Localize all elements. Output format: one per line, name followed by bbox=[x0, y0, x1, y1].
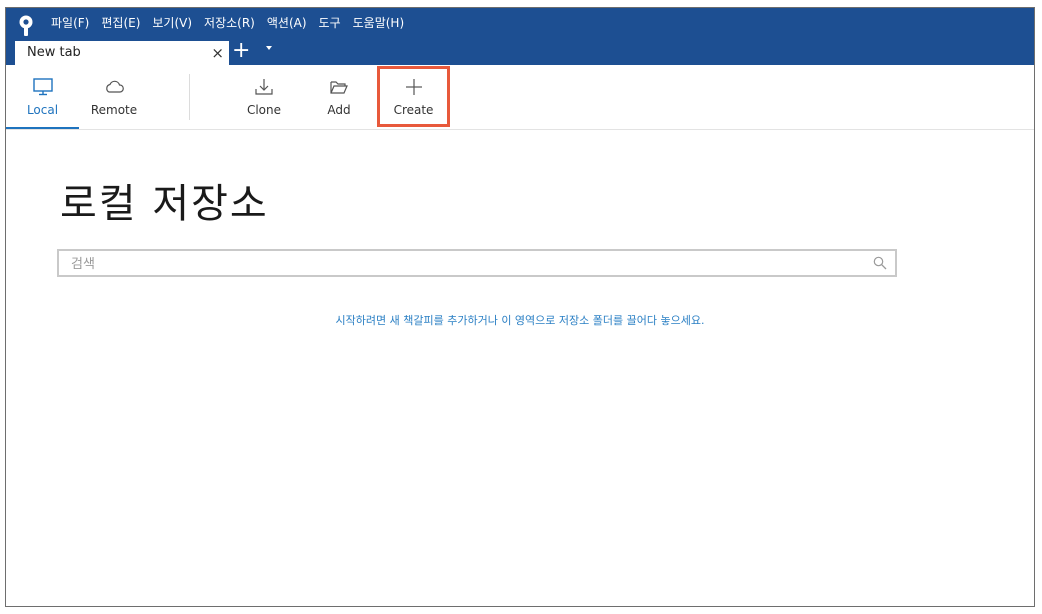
toolbar-divider bbox=[189, 74, 190, 120]
search-icon[interactable] bbox=[873, 256, 887, 270]
tab-title: New tab bbox=[27, 45, 81, 60]
menu-file[interactable]: 파일(F) bbox=[51, 14, 89, 32]
menu-help[interactable]: 도움말(H) bbox=[353, 14, 405, 32]
search-input[interactable] bbox=[69, 251, 863, 277]
add-tab-icon[interactable]: + bbox=[232, 39, 250, 63]
clone-button-label: Clone bbox=[246, 103, 282, 117]
menu-repository[interactable]: 저장소(R) bbox=[204, 14, 255, 32]
chevron-down-icon[interactable] bbox=[266, 46, 272, 50]
app-logo-icon[interactable] bbox=[18, 14, 34, 38]
add-button[interactable]: Add bbox=[308, 65, 370, 129]
tab-local-label: Local bbox=[26, 103, 59, 117]
clone-button[interactable]: Clone bbox=[232, 65, 296, 129]
folder-open-icon bbox=[330, 81, 348, 94]
download-icon bbox=[255, 79, 273, 95]
cloud-icon bbox=[106, 80, 124, 93]
menu-tools[interactable]: 도구 bbox=[319, 14, 341, 32]
create-button[interactable]: Create bbox=[380, 65, 447, 129]
menu-edit[interactable]: 편집(E) bbox=[101, 14, 140, 32]
menu-bar: 파일(F) 편집(E) 보기(V) 저장소(R) 액션(A) 도구 도움말(H) bbox=[51, 14, 416, 32]
page-title: 로컬 저장소 bbox=[60, 181, 269, 227]
tab-remote[interactable]: Remote bbox=[82, 65, 146, 129]
add-button-label: Add bbox=[327, 103, 351, 117]
title-bar: 파일(F) 편집(E) 보기(V) 저장소(R) 액션(A) 도구 도움말(H)… bbox=[6, 8, 1034, 65]
tab-local[interactable]: Local bbox=[6, 65, 79, 129]
empty-state-hint: 시작하려면 새 책갈피를 추가하거나 이 영역으로 저장소 폴더를 끌어다 놓으… bbox=[335, 314, 705, 327]
toolbar: Local Remote Clone Add Create bbox=[6, 65, 1034, 130]
tab-new-tab[interactable]: New tab × bbox=[15, 41, 229, 65]
close-icon[interactable]: × bbox=[211, 44, 224, 62]
menu-view[interactable]: 보기(V) bbox=[152, 14, 192, 32]
plus-icon bbox=[405, 79, 422, 95]
search-box[interactable] bbox=[57, 249, 897, 277]
monitor-icon bbox=[32, 78, 53, 96]
tab-remote-label: Remote bbox=[90, 103, 138, 117]
app-window: 파일(F) 편집(E) 보기(V) 저장소(R) 액션(A) 도구 도움말(H)… bbox=[5, 7, 1035, 607]
create-button-label: Create bbox=[393, 103, 434, 117]
menu-actions[interactable]: 액션(A) bbox=[267, 14, 307, 32]
